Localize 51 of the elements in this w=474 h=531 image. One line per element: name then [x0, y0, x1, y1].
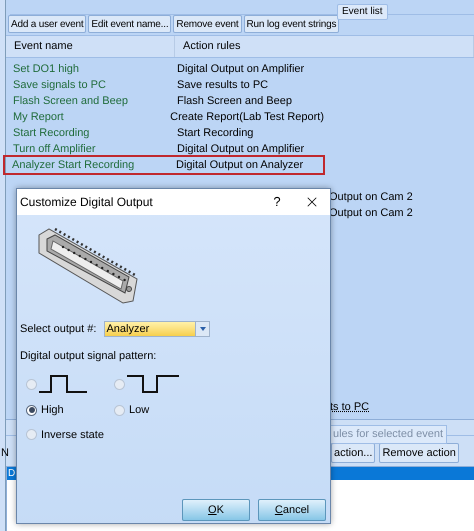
dialog-title: Customize Digital Output — [20, 194, 154, 211]
group-title: Event list — [337, 4, 388, 20]
table-row[interactable]: Set DO1 high Digital Output on Amplifier — [6, 61, 324, 77]
radio-button[interactable] — [114, 378, 125, 390]
dialog-button[interactable]: OK — [182, 499, 250, 521]
action-button[interactable]: action... — [330, 443, 376, 463]
column-header[interactable]: Event name — [6, 36, 175, 57]
radio-button[interactable] — [26, 429, 37, 440]
toolbar-button[interactable]: Edit event name... — [88, 15, 172, 33]
table-cell-text: Digital Output on Amplifier — [176, 142, 304, 157]
radio-label: Inverse state — [41, 428, 104, 442]
radio-button[interactable] — [26, 404, 37, 416]
table-cell-text: Set DO1 high — [12, 62, 80, 77]
help-button[interactable]: ? — [270, 192, 284, 212]
column-header[interactable]: Action rules — [175, 36, 474, 57]
table-row[interactable]: Turn off Amplifier Digital Output on Amplifier — [6, 141, 324, 157]
field-label: Select output #: — [20, 322, 96, 337]
column-header: N — [1, 446, 9, 461]
toolbar-button[interactable]: Run log event strings — [244, 15, 340, 33]
group-title: ules for selected event — [329, 425, 448, 444]
toolbar-button[interactable]: Add a user event — [8, 15, 86, 33]
table-cell-text: Digital Output on Amplifier — [176, 62, 304, 77]
table-cell-text: Flash Screen and Beep — [12, 94, 129, 109]
table-cell-text: Digital Output on Analyzer — [175, 158, 304, 173]
table-cell-text: Analyzer Start Recording — [11, 158, 136, 173]
table-cell-text: D — [8, 467, 16, 481]
radio-label: High — [41, 403, 64, 418]
radio-button[interactable] — [114, 404, 125, 416]
section-label: Digital output signal pattern: — [19, 348, 158, 364]
table-cell-text: Save results to PC — [176, 78, 268, 93]
table-row[interactable]: Flash Screen and Beep Flash Screen and Beep — [6, 93, 324, 109]
caret-icon — [200, 327, 206, 332]
dialog-button[interactable]: Cancel — [258, 499, 326, 521]
table-cell-text: Flash Screen and Beep — [176, 94, 292, 109]
radio-label: Low — [129, 403, 150, 418]
output-select[interactable]: Analyzer — [104, 321, 210, 338]
table-row[interactable]: My Report Create Report(Lab Test Report) — [6, 109, 324, 125]
radio-button[interactable] — [26, 378, 37, 390]
table-row[interactable]: Start Recording Start Recording — [6, 125, 324, 141]
table-cell-text: Start Recording — [12, 126, 90, 141]
table-cell-text: Save signals to PC — [12, 78, 107, 93]
table-cell-text: ts to PC — [330, 400, 370, 414]
table-cell-text: Turn off Amplifier — [12, 142, 97, 157]
table-row[interactable]: Analyzer Start Recording Digital Output on Analyzer — [5, 157, 323, 173]
table-cell-text: Create Report(Lab Test Report) — [169, 110, 324, 125]
low-pulse-icon — [127, 374, 179, 394]
toolbar-button[interactable]: Remove event — [173, 15, 242, 33]
action-button[interactable]: Remove action — [379, 443, 459, 463]
table-cell-text: My Report — [12, 110, 65, 125]
table-cell-text: Start Recording — [176, 126, 254, 141]
table-row[interactable]: Save signals to PC Save results to PC — [6, 77, 324, 93]
